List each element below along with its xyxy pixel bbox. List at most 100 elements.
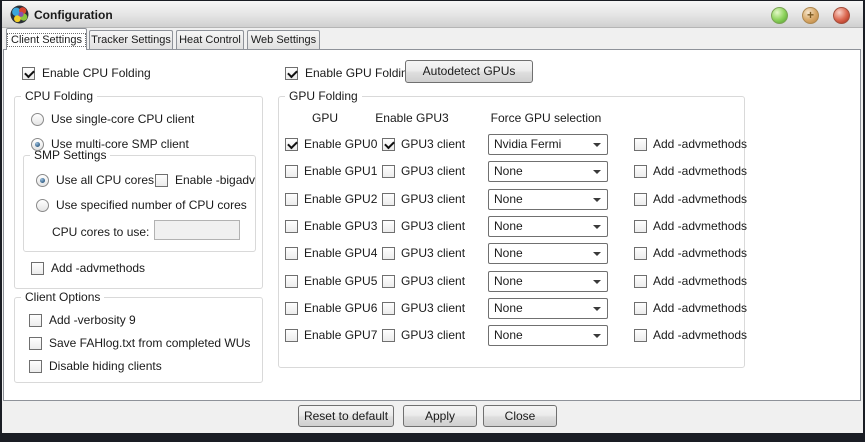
gpu0-gpu3-checkbox[interactable]: [382, 138, 395, 151]
cores-to-use-label-row: CPU cores to use:: [52, 224, 149, 240]
gpu7-selection-dropdown[interactable]: None: [488, 325, 608, 346]
maximize-button[interactable]: +: [802, 7, 819, 24]
enable-gpu1-checkbox[interactable]: [285, 165, 298, 178]
enable-gpu3-checkbox[interactable]: [285, 220, 298, 233]
tab-tracker-settings[interactable]: Tracker Settings: [89, 30, 173, 49]
all-cores-row: Use all CPU cores: [36, 172, 154, 188]
gpu5-gpu3-label: GPU3 client: [401, 274, 465, 288]
configuration-window: Configuration + Client SettingsTracker S…: [0, 0, 865, 442]
client-option-label: Disable hiding clients: [49, 359, 162, 373]
chevron-down-icon: [593, 143, 601, 147]
save-fahlog-txt-from-completed-wus-checkbox[interactable]: [29, 337, 42, 350]
enable-gpu5-label: Enable GPU5: [304, 274, 377, 288]
gpu0-advmethods-checkbox[interactable]: [634, 138, 647, 151]
window-title: Configuration: [34, 8, 113, 22]
gpu7-gpu3-label: GPU3 client: [401, 328, 465, 342]
gpu3-advmethods-checkbox[interactable]: [634, 220, 647, 233]
gpu5-selection-value: None: [494, 274, 523, 288]
gpu1-selection-dropdown[interactable]: None: [488, 161, 608, 182]
tab-client-settings[interactable]: Client Settings: [6, 28, 87, 50]
gpu1-gpu3-checkbox[interactable]: [382, 165, 395, 178]
chevron-down-icon: [593, 225, 601, 229]
chevron-down-icon: [593, 334, 601, 338]
apply-button[interactable]: Apply: [403, 405, 477, 427]
chevron-down-icon: [593, 170, 601, 174]
specified-cores-radio[interactable]: [36, 199, 49, 212]
gpu7-advmethods-checkbox[interactable]: [634, 329, 647, 342]
enable-gpu6-checkbox[interactable]: [285, 302, 298, 315]
gpu6-advmethods-checkbox[interactable]: [634, 302, 647, 315]
gpu2-advmethods-checkbox[interactable]: [634, 193, 647, 206]
gpu1-selection-value: None: [494, 164, 523, 178]
enable-cpu-folding-checkbox[interactable]: [22, 67, 35, 80]
minimize-button[interactable]: [771, 7, 788, 24]
gpu3-selection-dropdown[interactable]: None: [488, 216, 608, 237]
enable-cpu-folding-label: Enable CPU Folding: [42, 66, 151, 80]
close-button[interactable]: [833, 7, 850, 24]
gpu-row: Enable GPU2GPU3 clientNoneAdd -advmethod…: [279, 189, 744, 210]
enable-gpu-folding-label: Enable GPU Folding: [305, 66, 414, 80]
enable-cpu-folding-row: Enable CPU Folding: [22, 65, 151, 81]
multi-core-row: Use multi-core SMP client: [31, 136, 189, 152]
gpu3-gpu3-label: GPU3 client: [401, 219, 465, 233]
specified-cores-row: Use specified number of CPU cores: [36, 197, 247, 213]
gpu4-advmethods-checkbox[interactable]: [634, 247, 647, 260]
gpu4-advmethods-label: Add -advmethods: [653, 246, 747, 260]
gpu0-advmethods-label: Add -advmethods: [653, 137, 747, 151]
enable-bigadv-checkbox[interactable]: [155, 174, 168, 187]
add-verbosity-9-checkbox[interactable]: [29, 314, 42, 327]
tab-label: Client Settings: [7, 33, 86, 47]
tab-heat-control[interactable]: Heat Control: [176, 30, 244, 49]
enable-gpu2-checkbox[interactable]: [285, 193, 298, 206]
gpu1-gpu3-label: GPU3 client: [401, 164, 465, 178]
cores-to-use-label: CPU cores to use:: [52, 225, 149, 239]
gpu7-gpu3-checkbox[interactable]: [382, 329, 395, 342]
gpu-folding-group-title: GPU Folding: [285, 89, 362, 103]
gpu5-advmethods-checkbox[interactable]: [634, 275, 647, 288]
all-cores-radio[interactable]: [36, 174, 49, 187]
client-options-group: Client Options Add -verbosity 9Save FAHl…: [14, 297, 263, 383]
enable-gpu7-label: Enable GPU7: [304, 328, 377, 342]
enable-gpu4-label: Enable GPU4: [304, 246, 377, 260]
gpu0-selection-dropdown[interactable]: Nvidia Fermi: [488, 134, 608, 155]
disable-hiding-clients-checkbox[interactable]: [29, 360, 42, 373]
gpu2-selection-dropdown[interactable]: None: [488, 189, 608, 210]
bigadv-row: Enable -bigadv: [155, 172, 255, 188]
tab-label: Heat Control: [179, 34, 241, 46]
gpu-row: Enable GPU7 GPU3 client None Add -advmethod…: [279, 325, 744, 346]
enable-gpu6-label: Enable GPU6: [304, 301, 377, 315]
cpu-advmethods-checkbox[interactable]: [31, 262, 44, 275]
client-option-row: Add -verbosity 9: [29, 312, 136, 328]
title-bar[interactable]: Configuration +: [2, 1, 863, 28]
enable-bigadv-label: Enable -bigadv: [175, 173, 255, 187]
enable-gpu3-label: Enable GPU3: [304, 219, 377, 233]
enable-gpu-folding-row: Enable GPU Folding: [285, 65, 414, 81]
multi-core-radio[interactable]: [31, 138, 44, 151]
gpu7-advmethods-label: Add -advmethods: [653, 328, 747, 342]
gpu5-gpu3-checkbox[interactable]: [382, 275, 395, 288]
gpu4-selection-dropdown[interactable]: None: [488, 243, 608, 264]
single-core-row: Use single-core CPU client: [31, 111, 194, 127]
gpu1-advmethods-checkbox[interactable]: [634, 165, 647, 178]
tab-web-settings[interactable]: Web Settings: [247, 30, 320, 49]
cores-to-use-input[interactable]: [154, 220, 240, 240]
reset-to-default-button[interactable]: Reset to default: [298, 405, 394, 427]
gpu3-gpu3-checkbox[interactable]: [382, 220, 395, 233]
close-action-button[interactable]: Close: [483, 405, 557, 427]
gpu5-selection-dropdown[interactable]: None: [488, 271, 608, 292]
autodetect-gpus-button[interactable]: Autodetect GPUs: [405, 60, 533, 83]
gpu-folding-group: GPU Folding GPU Enable GPU3 Force GPU se…: [278, 96, 745, 368]
gpu1-advmethods-label: Add -advmethods: [653, 164, 747, 178]
enable-gpu7-checkbox[interactable]: [285, 329, 298, 342]
gpu6-selection-dropdown[interactable]: None: [488, 298, 608, 319]
chevron-down-icon: [593, 198, 601, 202]
gpu2-gpu3-checkbox[interactable]: [382, 193, 395, 206]
enable-gpu5-checkbox[interactable]: [285, 275, 298, 288]
single-core-radio[interactable]: [31, 113, 44, 126]
enable-gpu0-checkbox[interactable]: [285, 138, 298, 151]
enable-gpu-folding-checkbox[interactable]: [285, 67, 298, 80]
gpu4-gpu3-checkbox[interactable]: [382, 247, 395, 260]
gpu7-selection-value: None: [494, 328, 523, 342]
gpu6-gpu3-checkbox[interactable]: [382, 302, 395, 315]
enable-gpu4-checkbox[interactable]: [285, 247, 298, 260]
